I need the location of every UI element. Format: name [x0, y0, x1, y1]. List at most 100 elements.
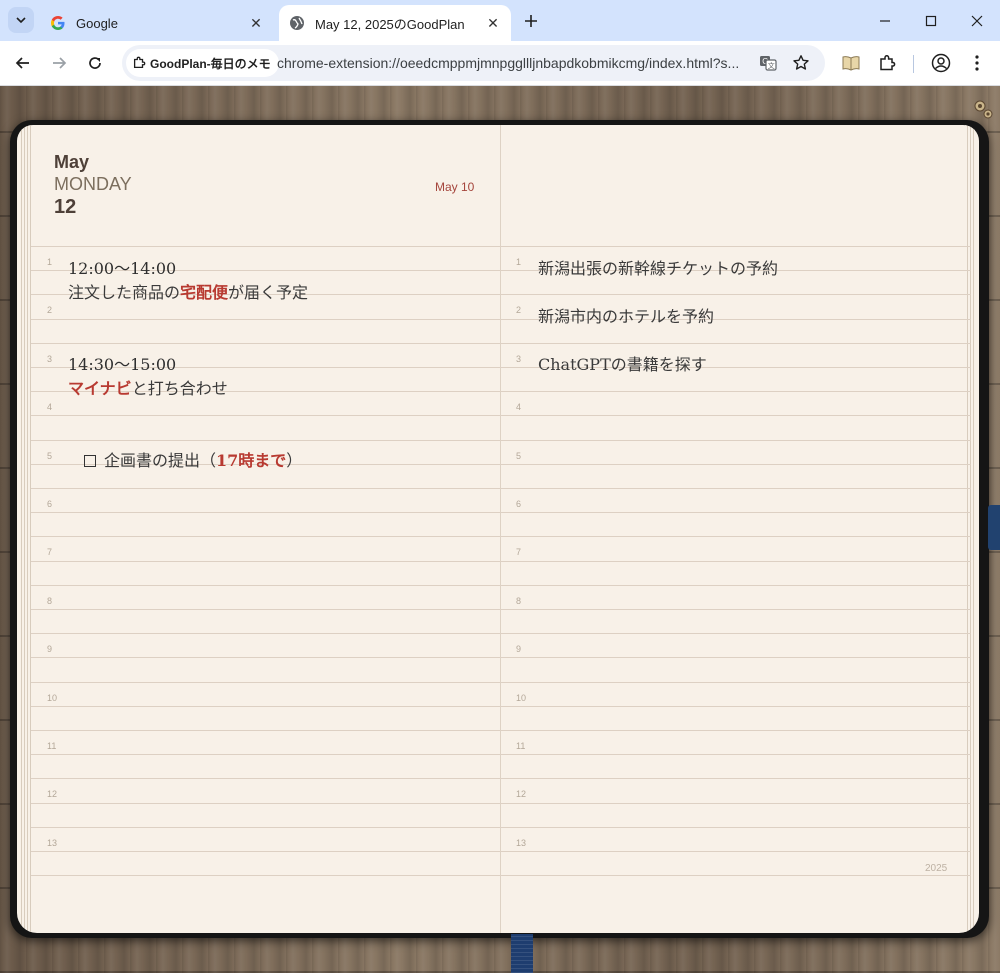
- address-bar[interactable]: GoodPlan-毎日のメモ chrome-extension://oeedcm…: [122, 45, 825, 81]
- line-number-right: 10: [516, 692, 527, 703]
- reload-button[interactable]: [81, 49, 109, 77]
- weekday-label: MONDAY: [54, 174, 132, 194]
- line-number-right: 1: [516, 257, 522, 267]
- highlight-text: 宅配便: [180, 283, 229, 302]
- ruled-line: [501, 512, 971, 514]
- ruled-line: [501, 391, 971, 393]
- ruled-line: [501, 730, 971, 731]
- ruled-line: [501, 754, 971, 756]
- planner-paper: May MONDAY 12 May 10 1122334455667788991…: [17, 125, 979, 933]
- ruled-line: [31, 512, 500, 514]
- tab-search-button[interactable]: [8, 7, 34, 33]
- planner-book: May MONDAY 12 May 10 1122334455667788991…: [10, 120, 989, 938]
- entry-1-time[interactable]: 12:00〜14:00: [68, 255, 176, 279]
- svg-text:文: 文: [768, 61, 775, 70]
- tab-title: May 12, 2025のGoodPlan: [315, 16, 465, 32]
- ruled-line: [501, 875, 971, 877]
- line-number-left: 12: [47, 789, 58, 800]
- page-background: May MONDAY 12 May 10 1122334455667788991…: [0, 86, 1000, 973]
- ruled-line: [501, 439, 971, 441]
- entry-5-task[interactable]: 企画書の提出（17時まで）: [84, 447, 302, 471]
- new-tab-button[interactable]: [518, 8, 544, 34]
- maximize-icon: [925, 15, 937, 26]
- entry-1-text[interactable]: 注文した商品の宅配便が届く予定: [68, 279, 308, 303]
- minimize-icon: [880, 19, 890, 22]
- ruled-line: [501, 536, 971, 538]
- line-number-right: 4: [516, 402, 522, 413]
- tab-goodplan[interactable]: May 12, 2025のGoodPlan ✕: [279, 5, 511, 41]
- line-number-left: 2: [47, 305, 53, 316]
- right-entry-1[interactable]: 新潟出張の新幹線チケットの予約: [538, 255, 778, 279]
- ruled-line: [31, 851, 500, 852]
- small-date-link[interactable]: May 10: [435, 180, 474, 194]
- reload-icon: [89, 57, 101, 69]
- entry-3-time[interactable]: 14:30〜15:00: [68, 351, 176, 375]
- line-number-right: 2: [516, 305, 522, 316]
- forward-button[interactable]: [45, 49, 73, 77]
- browser-toolbar: GoodPlan-毎日のメモ chrome-extension://oeedcm…: [0, 41, 1000, 86]
- ruled-line: [501, 584, 971, 586]
- highlight-text: マイナビ: [68, 379, 132, 398]
- entry-text-part: 企画書の提出（: [104, 451, 217, 470]
- line-number-left: 11: [47, 741, 57, 751]
- minimize-button[interactable]: [862, 0, 908, 41]
- ruled-line: [31, 730, 500, 731]
- entry-3-text[interactable]: マイナビと打ち合わせ: [68, 375, 228, 399]
- ruled-line: [31, 681, 500, 683]
- extension-icon: [133, 56, 146, 69]
- line-number-left: 6: [47, 499, 53, 509]
- tab-google[interactable]: Google ✕: [40, 5, 274, 41]
- ruled-line: [31, 705, 500, 707]
- line-number-right: 13: [516, 837, 527, 848]
- translate-icon[interactable]: G文: [757, 52, 779, 74]
- right-entry-3[interactable]: ChatGPTの書籍を探す: [538, 351, 707, 375]
- settings-gear-icon[interactable]: [970, 96, 996, 122]
- ruled-line: [31, 536, 500, 538]
- ruled-line: [31, 318, 500, 320]
- line-number-left: 10: [47, 692, 58, 703]
- tab-strip: Google ✕ May 12, 2025のGoodPlan ✕: [0, 0, 1000, 41]
- tab-title: Google: [76, 15, 118, 31]
- line-number-right: 8: [516, 595, 522, 606]
- maximize-button[interactable]: [908, 0, 954, 41]
- entry-text-part: と打ち合わせ: [131, 379, 228, 398]
- back-button[interactable]: [9, 49, 37, 77]
- bookmark-star-icon[interactable]: [790, 52, 812, 74]
- ruled-line: [501, 342, 971, 344]
- day-number: 12: [54, 196, 77, 218]
- ruled-line: [501, 415, 971, 417]
- line-number-left: 7: [47, 547, 53, 558]
- close-tab-icon[interactable]: ✕: [485, 15, 501, 31]
- line-number-right: 3: [516, 353, 522, 364]
- close-window-button[interactable]: [954, 0, 1000, 41]
- extensions-icon[interactable]: [875, 51, 899, 75]
- line-number-left: 9: [47, 644, 53, 655]
- profile-icon[interactable]: [929, 51, 953, 75]
- side-tab[interactable]: [988, 505, 1000, 550]
- line-number-right: 11: [516, 741, 526, 751]
- close-icon: [971, 15, 983, 26]
- ruled-line: [31, 415, 500, 417]
- right-entry-2[interactable]: 新潟市内のホテルを予約: [538, 303, 714, 327]
- ruled-line: [31, 754, 500, 756]
- line-number-left: 3: [47, 353, 53, 364]
- line-number-left: 5: [47, 450, 53, 461]
- task-checkbox[interactable]: [84, 455, 96, 467]
- close-tab-icon[interactable]: ✕: [248, 15, 264, 31]
- ruled-line: [501, 463, 971, 465]
- globe-icon: [289, 15, 305, 31]
- ruled-line: [501, 294, 971, 296]
- chevron-down-icon: [16, 17, 26, 24]
- site-info-chip[interactable]: GoodPlan-毎日のメモ: [126, 49, 279, 77]
- url-text[interactable]: chrome-extension://oeedcmppmjmnpggllljnb…: [277, 55, 747, 71]
- year-label: 2025: [925, 863, 948, 874]
- menu-icon[interactable]: [965, 51, 989, 75]
- ruled-line: [501, 705, 971, 707]
- page-edge-left: [21, 125, 31, 933]
- ruled-line: [501, 681, 971, 683]
- ruled-line: [31, 584, 500, 586]
- google-icon: [50, 15, 66, 31]
- ruled-line: [31, 342, 500, 344]
- reading-list-icon[interactable]: [839, 51, 863, 75]
- ruled-line: [501, 826, 971, 828]
